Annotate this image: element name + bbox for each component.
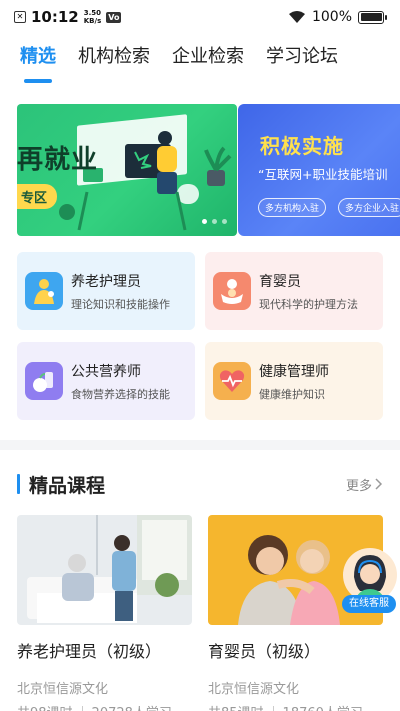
banner-second-buttons: 多方机构入驻 多方企业入驻: [258, 198, 400, 217]
carousel-dot: [202, 219, 207, 224]
more-link[interactable]: 更多: [346, 475, 383, 494]
category-name: 公共营养师: [71, 363, 141, 380]
course-lessons: 共98课时: [17, 702, 73, 711]
tab-featured[interactable]: 精选: [20, 42, 56, 83]
course-org: 北京恒信源文化: [17, 682, 109, 697]
course-card-elderly-care[interactable]: 养老护理员（初级） 北京恒信源文化 共98课时 20728人学习: [17, 515, 192, 711]
banner-internet-training[interactable]: 积极实施 “互联网+职业技能培训 多方机构入驻 多方企业入驻: [238, 104, 400, 236]
top-tabs: 精选 机构检索 企业检索 学习论坛: [0, 42, 400, 88]
online-service-label: 在线客服: [342, 595, 396, 613]
meta-separator: [272, 705, 274, 711]
tab-company-search[interactable]: 企业检索: [172, 42, 244, 76]
more-label: 更多: [345, 478, 372, 494]
category-desc: 健康维护知识: [259, 387, 325, 401]
status-bar: ✕ 10:12 3.50 KB/s Vo 100%: [0, 0, 400, 34]
banner-main-tag: 专区: [17, 184, 58, 209]
tab-learning-forum[interactable]: 学习论坛: [266, 42, 338, 76]
carousel-dot: [212, 219, 217, 224]
category-name: 育婴员: [259, 273, 301, 290]
network-speed: 3.50 KB/s: [83, 9, 102, 25]
course-lessons: 共85课时: [208, 702, 264, 711]
nutrition-icon: [25, 362, 63, 400]
course-title: 养老护理员（初级）: [17, 642, 162, 661]
carousel-dots: [202, 219, 227, 224]
course-learners: 18760人学习: [283, 702, 363, 711]
volte-icon: Vo: [106, 11, 122, 23]
elderly-care-icon: [25, 272, 63, 310]
course-title: 育婴员（初级）: [208, 642, 321, 661]
status-time: 10:12: [31, 8, 79, 26]
banner-main-title: 再就业: [17, 145, 99, 175]
online-service-button[interactable]: 在线客服: [342, 547, 400, 615]
banner-second-subtitle: “互联网+职业技能培训: [258, 167, 388, 182]
banner-second-title: 积极实施: [260, 134, 344, 158]
banner-carousel[interactable]: 再就业 专区 积极实施 “互联网+职业技能培训 多方机构入驻 多方企业入驻: [17, 104, 400, 236]
section-divider: [0, 440, 400, 450]
category-name: 健康管理师: [259, 363, 329, 380]
category-card-baby-care[interactable]: 育婴员 现代科学的护理方法: [205, 252, 383, 330]
section-title: 精品课程: [29, 474, 106, 497]
tab-institution-search[interactable]: 机构检索: [78, 42, 150, 76]
battery-level: [360, 13, 382, 21]
category-name: 养老护理员: [71, 273, 141, 290]
category-desc: 理论知识和技能操作: [71, 297, 170, 311]
category-desc: 食物营养选择的技能: [71, 387, 170, 401]
section-accent-bar: [17, 474, 20, 494]
banner-reemployment[interactable]: 再就业 专区: [17, 104, 237, 236]
category-card-health-management[interactable]: 健康管理师 健康维护知识: [205, 342, 383, 420]
chevron-right-icon: [375, 478, 383, 490]
course-org: 北京恒信源文化: [208, 682, 300, 697]
institution-join-button[interactable]: 多方机构入驻: [258, 198, 327, 217]
baby-care-icon: [213, 272, 251, 310]
course-thumbnail: [17, 515, 192, 625]
carousel-dot: [222, 219, 227, 224]
category-desc: 现代科学的护理方法: [259, 297, 358, 311]
battery-icon: [358, 10, 387, 24]
battery-percent: 100%: [311, 9, 352, 25]
featured-courses-header: 精品课程 更多: [17, 470, 383, 498]
category-card-nutrition[interactable]: 公共营养师 食物营养选择的技能: [17, 342, 195, 420]
health-heart-icon: [213, 362, 251, 400]
category-card-elderly-care[interactable]: 养老护理员 理论知识和技能操作: [17, 252, 195, 330]
course-meta: 共85课时 18760人学习: [208, 702, 383, 711]
notification-icon: ✕: [14, 11, 26, 23]
company-join-button[interactable]: 多方企业入驻: [338, 198, 400, 217]
wifi-icon: [288, 11, 305, 23]
course-learners: 20728人学习: [92, 702, 172, 711]
meta-separator: [81, 705, 83, 711]
course-meta: 共98课时 20728人学习: [17, 702, 192, 711]
